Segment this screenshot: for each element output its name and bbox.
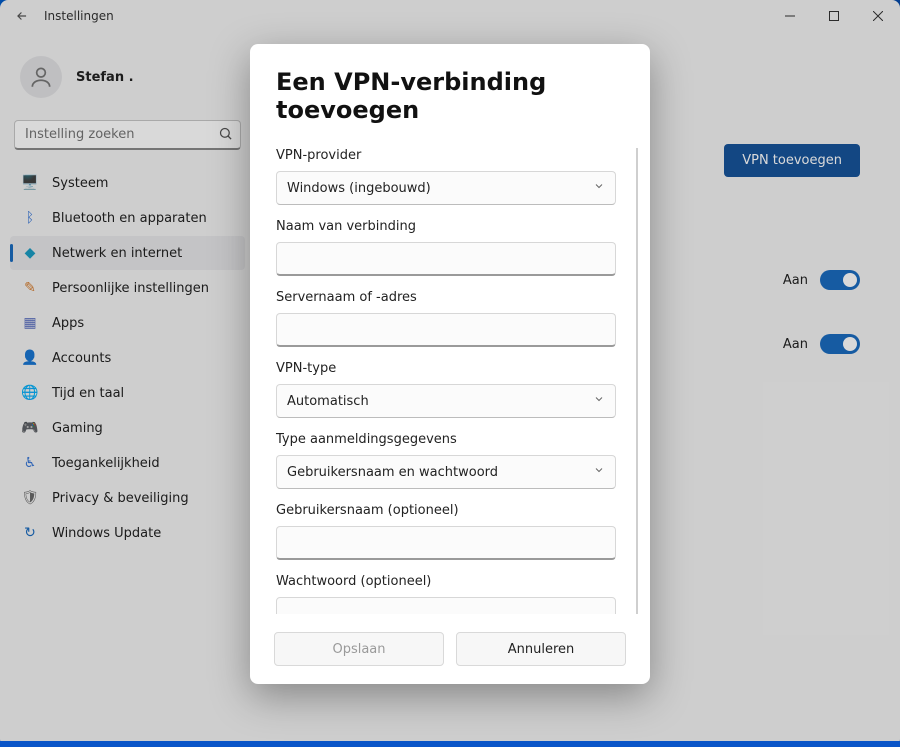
dialog-title: Een VPN-verbinding toevoegen bbox=[250, 68, 650, 130]
username-label: Gebruikersnaam (optioneel) bbox=[276, 503, 616, 518]
field-vpn-type: VPN-type Automatisch bbox=[276, 361, 616, 418]
field-username: Gebruikersnaam (optioneel) bbox=[276, 503, 616, 560]
vpn-type-label: VPN-type bbox=[276, 361, 616, 376]
field-password: Wachtwoord (optioneel) bbox=[276, 574, 616, 614]
field-signin-type: Type aanmeldingsgegevens Gebruikersnaam … bbox=[276, 432, 616, 489]
dialog-scroll[interactable]: VPN-provider Windows (ingebouwd) Naam va… bbox=[250, 130, 650, 614]
connection-name-label: Naam van verbinding bbox=[276, 219, 616, 234]
signin-type-label: Type aanmeldingsgegevens bbox=[276, 432, 616, 447]
modal-overlay: Een VPN-verbinding toevoegen VPN-provide… bbox=[0, 0, 900, 747]
field-server: Servernaam of -adres bbox=[276, 290, 616, 347]
chevron-down-icon bbox=[593, 393, 605, 409]
dialog-actions: Opslaan Annuleren bbox=[250, 614, 650, 670]
field-connection-name: Naam van verbinding bbox=[276, 219, 616, 276]
signin-type-value: Gebruikersnaam en wachtwoord bbox=[287, 465, 498, 480]
password-input[interactable] bbox=[276, 597, 616, 614]
vpn-provider-label: VPN-provider bbox=[276, 148, 616, 163]
chevron-down-icon bbox=[593, 464, 605, 480]
vpn-provider-select[interactable]: Windows (ingebouwd) bbox=[276, 171, 616, 205]
field-vpn-provider: VPN-provider Windows (ingebouwd) bbox=[276, 148, 616, 205]
chevron-down-icon bbox=[593, 180, 605, 196]
connection-name-input[interactable] bbox=[276, 242, 616, 276]
vpn-provider-value: Windows (ingebouwd) bbox=[287, 181, 431, 196]
vpn-dialog: Een VPN-verbinding toevoegen VPN-provide… bbox=[250, 44, 650, 684]
vpn-type-select[interactable]: Automatisch bbox=[276, 384, 616, 418]
save-button[interactable]: Opslaan bbox=[274, 632, 444, 666]
server-input[interactable] bbox=[276, 313, 616, 347]
signin-type-select[interactable]: Gebruikersnaam en wachtwoord bbox=[276, 455, 616, 489]
cancel-button[interactable]: Annuleren bbox=[456, 632, 626, 666]
password-label: Wachtwoord (optioneel) bbox=[276, 574, 616, 589]
server-label: Servernaam of -adres bbox=[276, 290, 616, 305]
vpn-type-value: Automatisch bbox=[287, 394, 369, 409]
username-input[interactable] bbox=[276, 526, 616, 560]
